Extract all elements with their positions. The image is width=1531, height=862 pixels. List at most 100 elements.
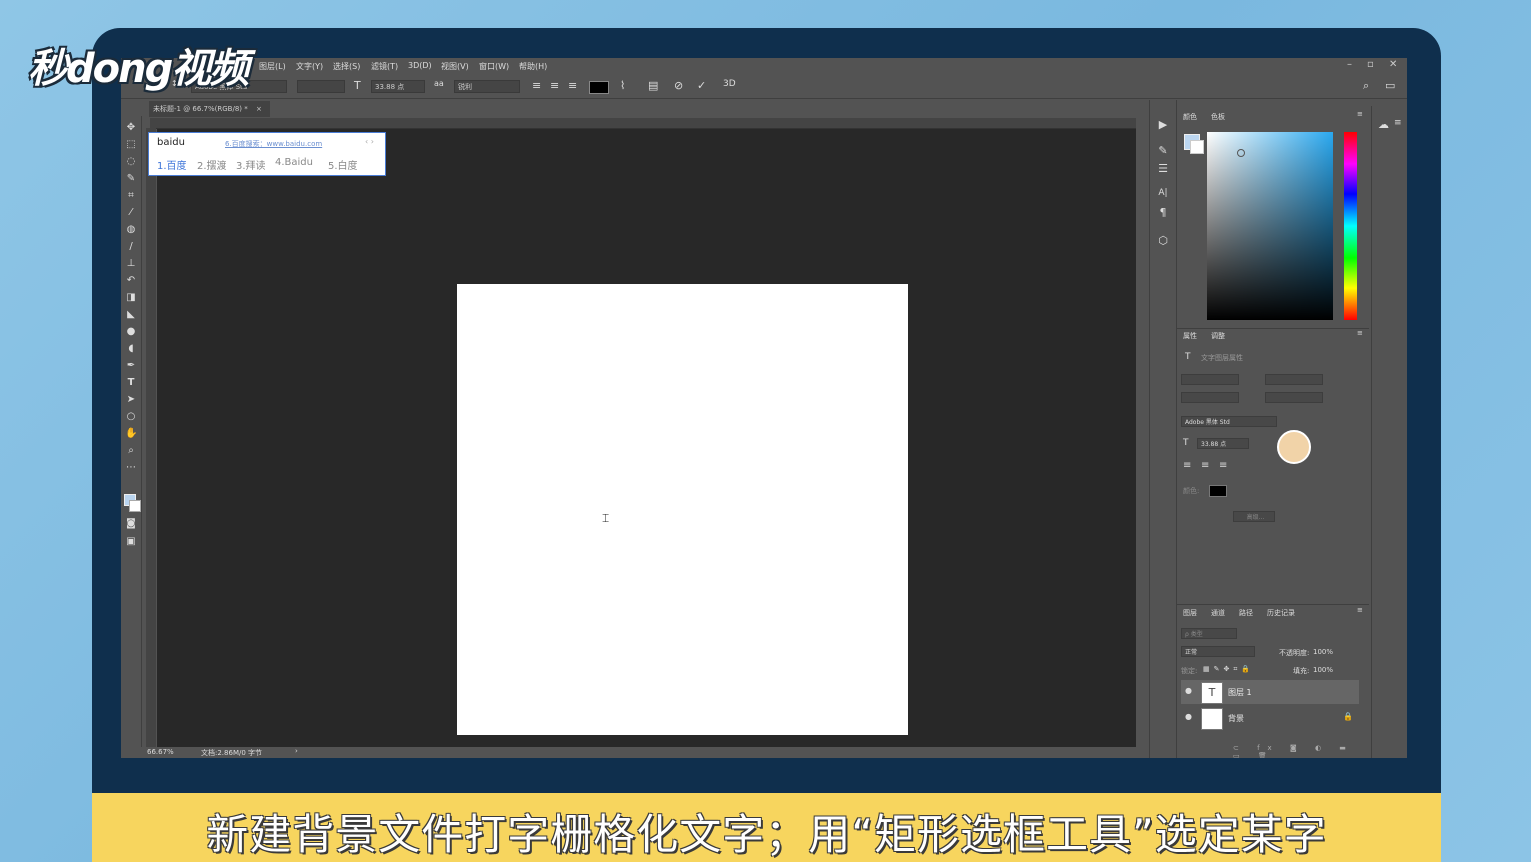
screen-mode-icon[interactable]: ▣ [125, 536, 137, 548]
align-left-icon[interactable]: ≡ [532, 79, 541, 92]
y-field[interactable] [1265, 392, 1323, 403]
warp-text-icon[interactable]: ⌇ [620, 79, 625, 92]
move-tool-icon[interactable]: ✥ [125, 122, 137, 134]
tab-close-icon[interactable]: × [256, 105, 262, 113]
blur-tool-icon[interactable]: ● [125, 326, 137, 338]
cancel-icon[interactable]: ⊘ [674, 79, 683, 92]
lock-icons[interactable]: ▦✎✥⌗🔒 [1203, 665, 1254, 674]
minimize-icon[interactable]: – [1347, 59, 1352, 70]
canvas-area[interactable]: ⌶ [157, 129, 1136, 747]
tab-swatches[interactable]: 色板 [1211, 112, 1225, 122]
tab-channels[interactable]: 通道 [1211, 608, 1225, 618]
menu-select[interactable]: 选择(S) [333, 61, 360, 72]
pen-tool-icon[interactable]: ✒ [125, 360, 137, 372]
paragraph-icon[interactable]: ¶ [1156, 206, 1170, 219]
menu-3d[interactable]: 3D(D) [408, 61, 432, 70]
zoom-level[interactable]: 66.67% [147, 748, 174, 756]
lasso-tool-icon[interactable]: ◌ [125, 156, 137, 168]
adjust-icon[interactable]: ☰ [1156, 162, 1170, 175]
close-icon[interactable]: ✕ [1389, 59, 1397, 70]
more-tools-icon[interactable]: ⋯ [125, 462, 137, 474]
props-size-select[interactable]: 33.88 点 [1197, 438, 1249, 449]
menu-layer[interactable]: 图层(L) [259, 61, 286, 72]
align-center-icon[interactable]: ≡ [1201, 460, 1209, 471]
3d-text-button[interactable]: 3D [723, 79, 736, 89]
bg-color-swatch[interactable] [1190, 140, 1204, 154]
path-select-icon[interactable]: ➤ [125, 394, 137, 406]
marquee-tool-icon[interactable]: ⬚ [125, 139, 137, 151]
maximize-icon[interactable]: ▫ [1367, 59, 1374, 70]
props-font-select[interactable]: Adobe 黑体 Std [1181, 416, 1277, 427]
eyedropper-tool-icon[interactable]: ⁄ [125, 207, 137, 219]
libraries-icon[interactable]: ☁ [1378, 118, 1389, 131]
ime-candidate[interactable]: 2.摆渡 [197, 157, 227, 172]
healing-tool-icon[interactable]: ◍ [125, 224, 137, 236]
shape-tool-icon[interactable]: ○ [125, 411, 137, 423]
align-left-icon[interactable]: ≡ [1183, 460, 1191, 471]
search-icon[interactable]: ⌕ [1363, 79, 1369, 93]
ime-page-arrows-icon[interactable]: ‹ › [365, 137, 374, 146]
x-field[interactable] [1181, 392, 1239, 403]
text-color-swatch[interactable] [589, 81, 609, 94]
fill-value[interactable]: 100% [1313, 666, 1333, 674]
document-canvas[interactable] [457, 284, 908, 735]
status-arrow-icon[interactable]: › [295, 747, 298, 755]
align-center-icon[interactable]: ≡ [550, 79, 559, 92]
hue-slider[interactable] [1344, 132, 1357, 320]
ime-candidate[interactable]: 4.Baidu [275, 157, 313, 168]
paint-bucket-icon[interactable]: ◣ [125, 309, 137, 321]
color-picker-handle[interactable] [1237, 149, 1245, 157]
menu-filter[interactable]: 滤镜(T) [371, 61, 398, 72]
visibility-eye-icon[interactable]: ● [1185, 686, 1192, 695]
panel-menu-icon[interactable]: ≡ [1394, 118, 1402, 128]
panel-menu-icon[interactable]: ≡ [1357, 329, 1363, 337]
layer-filter-input[interactable]: ρ 类型 [1181, 628, 1237, 639]
3d-cube-icon[interactable]: ⬡ [1156, 234, 1170, 247]
character-icon[interactable]: A| [1156, 188, 1170, 198]
layer-row[interactable]: ● 背景 🔒 [1181, 706, 1359, 730]
tab-layers[interactable]: 图层 [1183, 608, 1197, 618]
visibility-eye-icon[interactable]: ● [1185, 712, 1192, 721]
ime-search-hint[interactable]: 6.百度搜索：www.baidu.com [225, 139, 322, 149]
eraser-tool-icon[interactable]: ◨ [125, 292, 137, 304]
brush-settings-icon[interactable]: ✎ [1156, 144, 1170, 157]
background-color-swatch[interactable] [129, 500, 141, 512]
hand-tool-icon[interactable]: ✋ [125, 428, 137, 440]
menu-help[interactable]: 帮助(H) [519, 61, 547, 72]
crop-tool-icon[interactable]: ⌗ [125, 190, 137, 202]
history-brush-icon[interactable]: ↶ [125, 275, 137, 287]
dodge-tool-icon[interactable]: ◖ [125, 343, 137, 355]
color-picker-field[interactable] [1207, 132, 1333, 320]
align-right-icon[interactable]: ≡ [568, 79, 577, 92]
panel-menu-icon[interactable]: ≡ [1357, 110, 1363, 118]
align-right-icon[interactable]: ≡ [1219, 460, 1227, 471]
menu-view[interactable]: 视图(V) [441, 61, 469, 72]
width-field[interactable] [1181, 374, 1239, 385]
advanced-button[interactable]: 高级... [1233, 511, 1275, 522]
panel-menu-icon[interactable]: ≡ [1357, 606, 1363, 614]
stamp-tool-icon[interactable]: ⊥ [125, 258, 137, 270]
menu-type[interactable]: 文字(Y) [296, 61, 323, 72]
tab-properties[interactable]: 属性 [1183, 331, 1197, 341]
font-style-select[interactable] [297, 80, 345, 93]
ime-candidate[interactable]: 3.拜读 [236, 157, 266, 172]
antialias-select[interactable]: 锐利 [454, 80, 520, 93]
brush-tool-icon[interactable]: / [125, 241, 137, 253]
height-field[interactable] [1265, 374, 1323, 385]
ime-candidate[interactable]: 1.百度 [157, 157, 187, 172]
commit-icon[interactable]: ✓ [697, 79, 706, 92]
type-tool-icon[interactable]: T [125, 377, 137, 389]
menu-window[interactable]: 窗口(W) [479, 61, 509, 72]
workspace-icon[interactable]: ▭ [1385, 79, 1395, 92]
blend-mode-select[interactable]: 正常 [1181, 646, 1255, 657]
character-panel-icon[interactable]: ▤ [648, 79, 658, 92]
document-tab[interactable]: 未标题-1 @ 66.7%(RGB/8) * × [149, 101, 270, 117]
props-color-swatch[interactable] [1209, 485, 1227, 497]
play-icon[interactable]: ▶ [1156, 118, 1170, 131]
tab-adjustments[interactable]: 调整 [1211, 331, 1225, 341]
quick-mask-icon[interactable]: ◙ [125, 518, 137, 530]
zoom-tool-icon[interactable]: ⌕ [125, 445, 137, 457]
opacity-value[interactable]: 100% [1313, 648, 1333, 656]
layer-footer-icons[interactable]: ⊂ fx ◙ ◐ ▬ ▭ 🗑 [1233, 744, 1369, 758]
tab-color[interactable]: 颜色 [1183, 112, 1197, 122]
